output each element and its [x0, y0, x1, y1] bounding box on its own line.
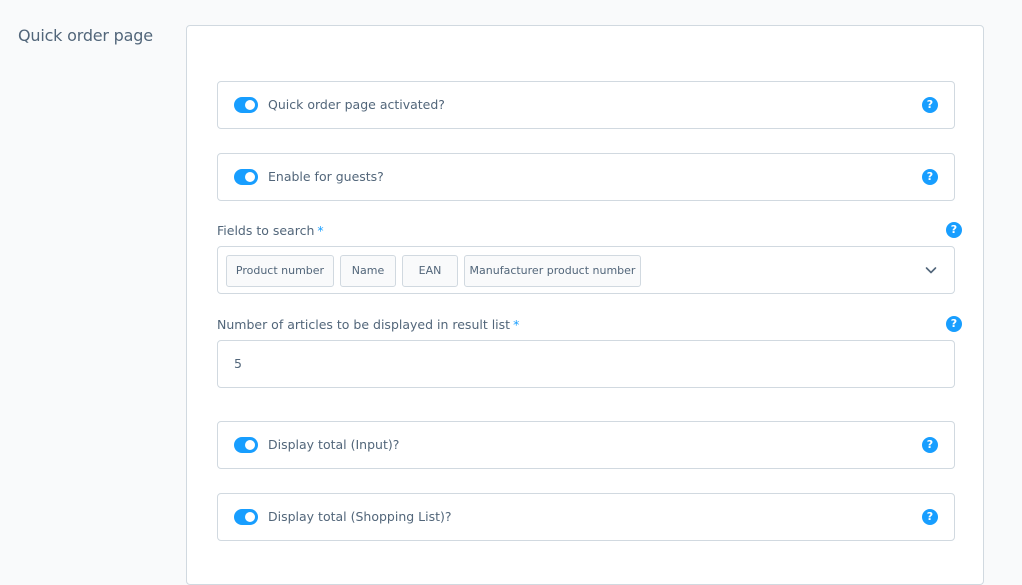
help-icon[interactable]: ?	[946, 316, 962, 332]
help-icon[interactable]: ?	[946, 222, 962, 238]
enable-for-guests-label: Enable for guests?	[268, 169, 384, 184]
required-marker: *	[513, 317, 520, 332]
help-icon[interactable]: ?	[922, 97, 938, 113]
settings-card: Quick order page activated? ? Enable for…	[186, 25, 984, 585]
chevron-down-icon[interactable]	[924, 263, 938, 277]
help-icon[interactable]: ?	[922, 509, 938, 525]
toggle-knob	[245, 440, 255, 450]
display-total-input-row: Display total (Input)? ?	[217, 421, 955, 469]
display-total-shopping-list-label: Display total (Shopping List)?	[268, 509, 452, 524]
articles-count-label-text: Number of articles to be displayed in re…	[217, 317, 511, 332]
display-total-shopping-list-row: Display total (Shopping List)? ?	[217, 493, 955, 541]
articles-count-label: Number of articles to be displayed in re…	[217, 317, 519, 332]
section-title: Quick order page	[18, 26, 153, 45]
quick-order-activated-toggle[interactable]	[234, 97, 258, 113]
display-total-input-toggle[interactable]	[234, 437, 258, 453]
search-field-tag[interactable]: EAN	[402, 255, 458, 287]
fields-to-search-select[interactable]: Product number Name EAN Manufacturer pro…	[217, 246, 955, 294]
enable-for-guests-toggle[interactable]	[234, 169, 258, 185]
search-field-tag[interactable]: Name	[340, 255, 396, 287]
toggle-knob	[245, 100, 255, 110]
display-total-input-label: Display total (Input)?	[268, 437, 400, 452]
display-total-shopping-list-toggle[interactable]	[234, 509, 258, 525]
toggle-knob	[245, 512, 255, 522]
quick-order-activated-label: Quick order page activated?	[268, 97, 445, 112]
fields-to-search-label: Fields to search *	[217, 223, 324, 238]
toggle-knob	[245, 172, 255, 182]
search-field-tag[interactable]: Manufacturer product number	[464, 255, 641, 287]
articles-count-input[interactable]: 5	[217, 340, 955, 388]
fields-to-search-label-text: Fields to search	[217, 223, 315, 238]
help-icon[interactable]: ?	[922, 437, 938, 453]
required-marker: *	[317, 223, 324, 238]
enable-for-guests-row: Enable for guests? ?	[217, 153, 955, 201]
help-icon[interactable]: ?	[922, 169, 938, 185]
quick-order-activated-row: Quick order page activated? ?	[217, 81, 955, 129]
search-field-tag[interactable]: Product number	[226, 255, 334, 287]
